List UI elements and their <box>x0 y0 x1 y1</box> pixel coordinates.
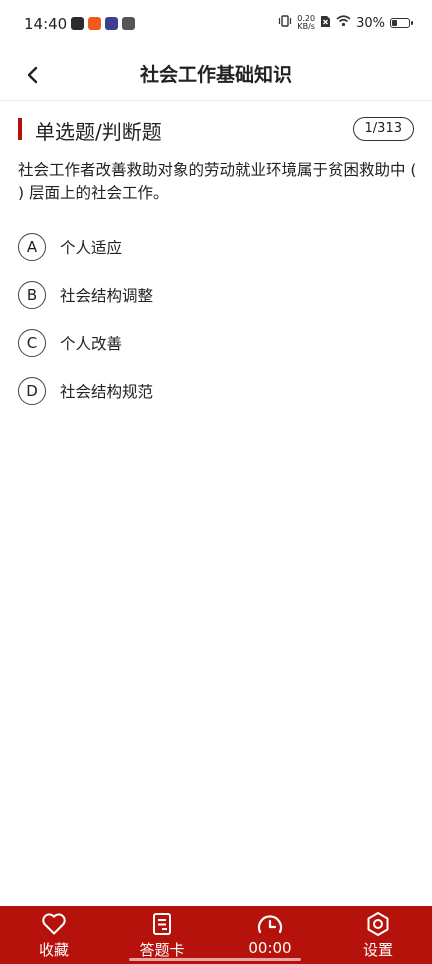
status-bar: 14:40 0.20 KB/s 30% <box>0 0 432 50</box>
question-counter: 1/313 <box>352 117 414 141</box>
favorite-button[interactable]: 收藏 <box>0 906 108 964</box>
page-title: 社会工作基础知识 <box>139 64 292 86</box>
option-letter-badge: B <box>18 281 46 309</box>
bottom-toolbar: 收藏 答题卡 00:00 设置 <box>0 906 432 964</box>
settings-icon <box>365 911 391 937</box>
app-notification-icon <box>88 17 101 30</box>
timer-button[interactable]: 00:00 <box>216 906 324 964</box>
question-type-title: 单选题/判断题 <box>35 120 162 144</box>
favorite-label: 收藏 <box>38 941 69 959</box>
answer-sheet-button[interactable]: 答题卡 <box>108 906 216 964</box>
battery-level <box>392 20 397 26</box>
option-letter-badge: D <box>18 377 46 405</box>
option-label: 个人适应 <box>60 239 123 257</box>
option-label: 社会结构规范 <box>60 383 154 401</box>
battery-percentage: 30% <box>356 15 385 31</box>
status-right: 0.20 KB/s 30% <box>278 14 413 32</box>
no-sim-icon <box>320 15 331 32</box>
options-list: A 个人适应 B 社会结构调整 C 个人改善 D 社会结构规范 <box>18 223 414 415</box>
notification-icons <box>71 17 135 30</box>
app-notification-icon <box>122 17 135 30</box>
answer-sheet-icon <box>151 911 173 937</box>
option-d[interactable]: D 社会结构规范 <box>18 367 414 415</box>
settings-label: 设置 <box>362 941 393 959</box>
option-letter-badge: A <box>18 233 46 261</box>
question-text: 社会工作者改善救助对象的劳动就业环境属于贫困救助中 ( ) 层面上的社会工作。 <box>18 161 417 202</box>
question-type-row: 单选题/判断题 1/313 <box>18 117 414 144</box>
option-letter-badge: C <box>18 329 46 357</box>
option-label: 社会结构调整 <box>60 287 154 305</box>
app-notification-icon <box>105 17 118 30</box>
accent-bar <box>18 118 22 140</box>
timer-icon <box>255 911 285 937</box>
network-speed: 0.20 KB/s <box>297 15 315 31</box>
wifi-icon <box>336 15 351 31</box>
home-indicator <box>129 958 301 961</box>
timer-label: 00:00 <box>248 939 292 957</box>
option-label: 个人改善 <box>60 335 123 353</box>
settings-button[interactable]: 设置 <box>324 906 432 964</box>
vibrate-icon <box>278 14 292 32</box>
battery-icon <box>390 18 413 28</box>
top-app-bar: 社会工作基础知识 <box>0 50 432 101</box>
option-b[interactable]: B 社会结构调整 <box>18 271 414 319</box>
network-speed-unit: KB/s <box>297 22 315 31</box>
heart-icon <box>41 911 67 937</box>
app-notification-icon <box>71 17 84 30</box>
status-time: 14:40 <box>24 15 68 33</box>
option-a[interactable]: A 个人适应 <box>18 223 414 271</box>
option-c[interactable]: C 个人改善 <box>18 319 414 367</box>
answer-sheet-label: 答题卡 <box>139 941 185 959</box>
